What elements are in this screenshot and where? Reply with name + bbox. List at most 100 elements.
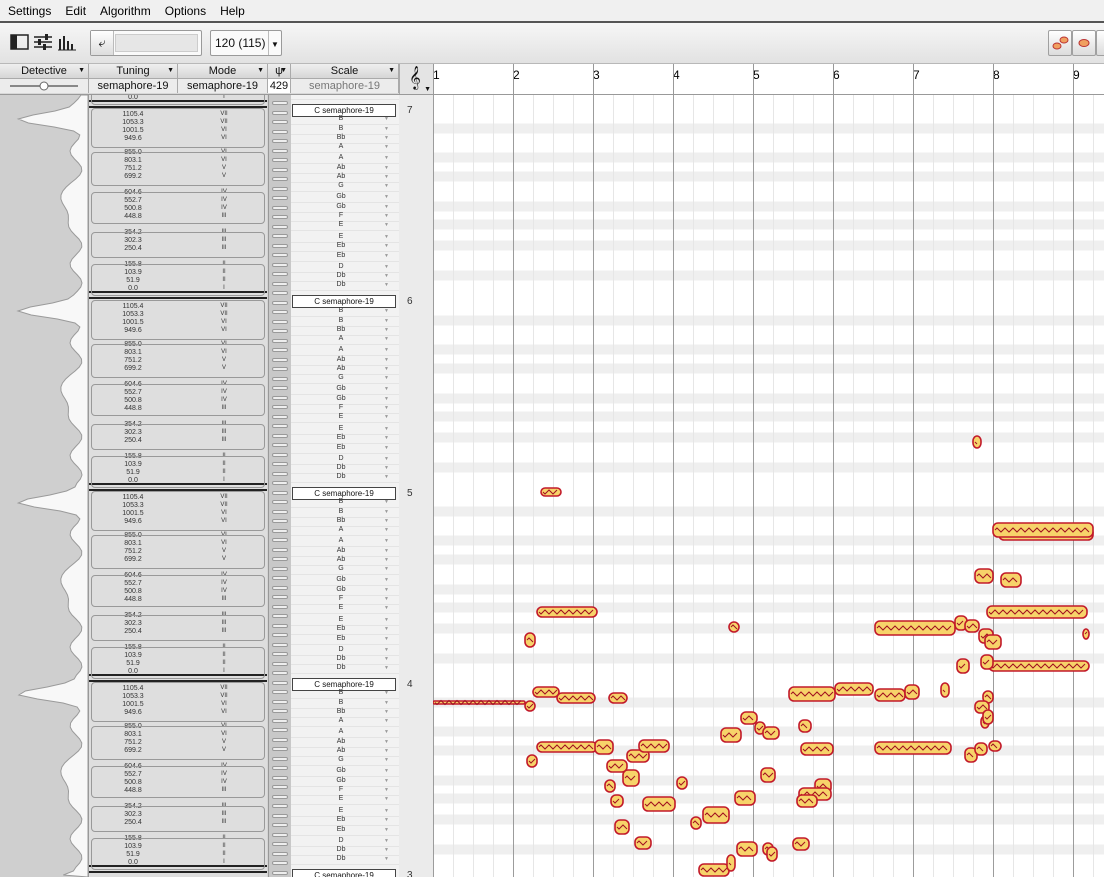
scale-row[interactable]: Db ▼ [291,95,399,100]
tuning-row[interactable]: 949.6 VI [89,708,267,717]
scale-header-label: Scale [330,65,359,77]
scale-row[interactable]: G ▼ [291,181,399,192]
tuning-row[interactable]: 250.4 III [89,436,267,445]
scale-row[interactable]: Eb ▼ [291,634,399,645]
menu-edit[interactable]: Edit [57,4,92,18]
bar-number: 8 [993,68,1000,82]
note-name: Eb [336,624,346,632]
note-name: Eb [336,251,346,259]
scale-row[interactable]: E ▼ [291,794,399,805]
tuning-row[interactable]: 0.0 I [89,95,267,102]
scale-column[interactable]: Db▼C semaphore-19B▼B▼Bb▼A▼A▼Ab▼Ab▼G▼Gb▼G… [291,95,400,877]
note-name: G [338,181,344,189]
menu-algorithm[interactable]: Algorithm [92,4,157,18]
chevron-down-icon: ▼ [384,154,389,161]
histogram-shape [16,95,89,877]
direction-input[interactable] [115,34,198,52]
tuning-header[interactable]: Tuning ▼ [89,64,178,79]
tempo-dropdown[interactable]: 120 (115) ▼ [210,30,282,56]
tuning-row[interactable]: 699.2 V [89,364,267,373]
detective-header[interactable]: Detective ▼ [0,64,89,79]
interval-tick [272,424,288,428]
interval-tick [272,747,288,751]
chevron-down-icon: ▼ [388,67,395,74]
tuning-row[interactable]: 949.6 VI [89,326,267,335]
menu-bar: Settings Edit Algorithm Options Help [0,0,1104,23]
tuning-row[interactable]: 250.4 III [89,627,267,636]
tuning-row[interactable]: 0.0 I [89,858,267,867]
scale-row[interactable]: G ▼ [291,564,399,575]
scale-row[interactable]: Db ▼ [291,854,399,865]
mode-degree: III [221,244,227,251]
scale-row[interactable]: Eb ▼ [291,251,399,262]
tuning-row[interactable]: 0.0 I [89,476,267,485]
mode-degree: V [221,172,226,179]
scale-header[interactable]: Scale ▼ [291,64,399,79]
tuning-row[interactable]: 699.2 V [89,746,267,755]
direction-toggle-icon[interactable]: ⤶ [91,31,114,55]
blob-view-button[interactable] [1072,30,1096,56]
tuning-row[interactable]: 0.0 I [89,284,267,293]
tuning-row[interactable]: 448.8 III [89,404,267,413]
scale-row[interactable]: E ▼ [291,412,399,423]
scale-row[interactable]: Db ▼ [291,280,399,291]
scale-row[interactable]: A ▼ [291,334,399,345]
tuning-row[interactable]: 949.6 VI [89,517,267,526]
chevron-down-icon: ▼ [257,67,264,74]
menu-help[interactable]: Help [212,4,251,18]
scale-row[interactable]: E ▼ [291,603,399,614]
scale-row[interactable]: Eb ▼ [291,443,399,454]
scale-row[interactable]: G ▼ [291,373,399,384]
clef-selector[interactable]: 𝄞 ▼ [399,64,434,94]
tuning-row[interactable]: 448.8 III [89,786,267,795]
interval-tick [272,585,288,590]
direction-field[interactable]: ⤶ [90,30,202,56]
mode-degree: I [223,476,225,483]
note-name: A [338,153,344,161]
note-blob [972,435,982,449]
tuning-row[interactable]: 448.8 III [89,595,267,604]
chevron-down-icon: ▼ [167,67,174,74]
scale-row[interactable]: A ▼ [291,716,399,727]
tuning-row[interactable]: 699.2 V [89,172,267,181]
mode-value[interactable]: semaphore-19 [178,79,268,93]
scale-row[interactable]: Eb ▼ [291,825,399,836]
scale-row[interactable]: A ▼ [291,525,399,536]
tuning-row[interactable]: 949.6 VI [89,134,267,143]
detective-slider[interactable] [0,79,89,93]
scale-row[interactable]: Db ▼ [291,472,399,483]
scale-row[interactable]: G ▼ [291,755,399,766]
tuning-column[interactable]: 51.9II0.0I1105.4VII1053.3VII1001.5VI949.… [89,95,267,877]
note-editor-grid[interactable] [433,95,1104,877]
chevron-down-icon: ▼ [384,335,389,342]
tuning-row[interactable]: 250.4 III [89,244,267,253]
note-name: Eb [336,443,346,451]
mode-header[interactable]: Mode ▼ [178,64,268,79]
tuning-row[interactable]: 250.4 III [89,818,267,827]
scale-row[interactable]: A ▼ [291,142,399,153]
notes-view-button[interactable] [1048,30,1072,56]
menu-options[interactable]: Options [157,4,212,18]
chevron-down-icon: ▼ [384,689,389,696]
tuning-row[interactable]: 0.0 I [89,667,267,676]
interval-tick [272,547,288,552]
panel-layout-icon[interactable] [10,33,30,51]
sliders-icon[interactable] [33,33,53,51]
tuning-row[interactable]: 448.8 III [89,212,267,221]
detective-column[interactable] [0,95,89,877]
menu-settings[interactable]: Settings [0,4,57,18]
interval-tick [272,158,288,162]
tuning-fork-header[interactable]: ψ ▼ [268,64,291,79]
tuning-value[interactable]: semaphore-19 [89,79,178,93]
histogram-icon[interactable] [57,33,77,51]
scale-value[interactable]: semaphore-19 [291,79,399,93]
scale-root-select[interactable]: C semaphore-19 [292,869,396,877]
scale-row[interactable]: Db ▼ [291,663,399,674]
scale-row[interactable]: E ▼ [291,220,399,231]
tuning-row[interactable]: 699.2 V [89,555,267,564]
bar-ruler[interactable]: 1 2 3 4 5 6 7 8 9 [433,64,1104,95]
bar-number: 7 [913,68,920,82]
more-button[interactable] [1096,30,1104,56]
interval-tick [272,785,288,789]
octave-label: 5 [407,488,413,499]
